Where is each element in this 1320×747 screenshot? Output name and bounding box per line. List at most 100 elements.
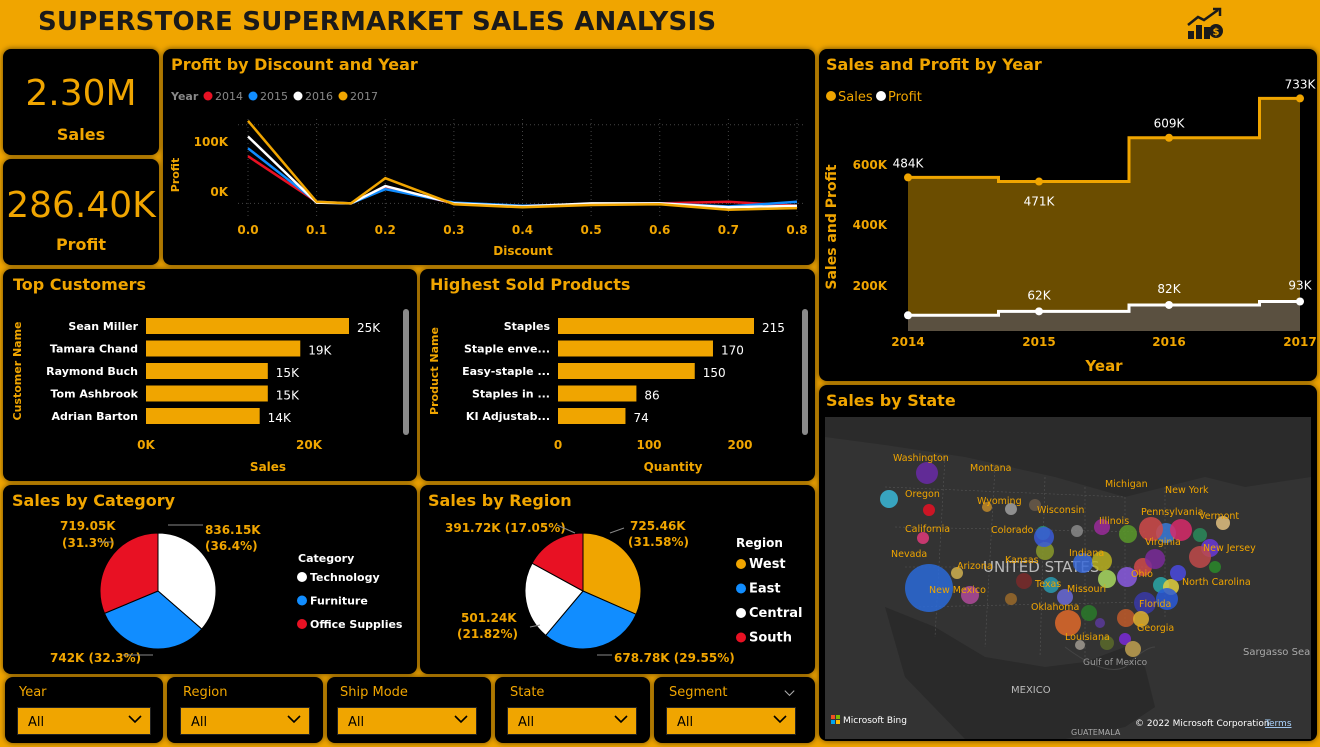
legend-item-2016[interactable]: 2016: [305, 90, 333, 103]
bar[interactable]: [146, 340, 301, 357]
slicer-segment: Segment All: [654, 677, 815, 743]
bar-category-label: Adrian Barton: [51, 410, 138, 423]
legend-item[interactable]: Technology: [310, 571, 380, 584]
slicer-state-value: All: [518, 715, 535, 730]
legend-item[interactable]: West: [749, 557, 786, 572]
profit-point[interactable]: [1035, 307, 1043, 316]
state-label: Montana: [970, 463, 1011, 474]
x-tick-label: 0.5: [580, 223, 601, 237]
products-chart[interactable]: Product Name Staples 215 Staple enve... 170…: [420, 269, 815, 481]
state-bubble[interactable]: [1034, 527, 1054, 547]
bar[interactable]: [146, 385, 268, 402]
state-bubble[interactable]: [916, 462, 938, 484]
legend-marker-sales: [826, 91, 836, 101]
state-bubble[interactable]: [880, 490, 898, 508]
state-label: Nevada: [891, 549, 927, 560]
data-label: (21.82%): [457, 627, 518, 641]
state-bubble[interactable]: [1145, 549, 1165, 569]
legend-item[interactable]: Central: [749, 606, 802, 621]
slicer-year-dropdown[interactable]: All: [17, 707, 151, 735]
state-bubble[interactable]: [923, 504, 935, 516]
profit-discount-chart[interactable]: Year 2014 2015 2016 2017 Profit 100K 0K 0.0…: [163, 49, 815, 265]
state-bubble[interactable]: [1117, 609, 1135, 627]
state-bubble[interactable]: [1071, 525, 1083, 537]
legend-item[interactable]: Furniture: [310, 595, 368, 608]
profit-point[interactable]: [1296, 297, 1304, 306]
bing-logo: Microsoft Bing: [831, 715, 907, 726]
profit-discount-chart-panel: Profit by Discount and Year Year 2014 201…: [163, 49, 815, 265]
legend-marker-2017: [338, 91, 348, 101]
x-axis-label: Discount: [493, 244, 553, 258]
state-bubble[interactable]: [1193, 528, 1207, 542]
state-bubble[interactable]: [1005, 593, 1017, 605]
x-tick-label: 2016: [1152, 335, 1185, 349]
chevron-down-icon: [454, 715, 468, 724]
y-axis-label: Profit: [169, 158, 182, 192]
top-customers-chart[interactable]: Customer Name Sean Miller 25K Tamara Chand…: [3, 269, 417, 481]
region-pie-chart[interactable]: 391.72K (17.05%) 725.46K (31.58%) 501.24…: [420, 485, 815, 674]
state-label: Louisiana: [1065, 632, 1110, 643]
state-bubble[interactable]: [1081, 605, 1097, 621]
chevron-down-icon[interactable]: [784, 689, 795, 697]
bar[interactable]: [146, 408, 260, 424]
slicer-segment-dropdown[interactable]: All: [666, 707, 796, 735]
state-bubble[interactable]: [1016, 573, 1032, 589]
kpi-profit-label: Profit: [55, 235, 107, 254]
state-bubble[interactable]: [1119, 525, 1137, 543]
slicer-ship-mode-dropdown[interactable]: All: [337, 707, 477, 735]
profit-point[interactable]: [904, 311, 912, 320]
scrollbar[interactable]: [802, 309, 808, 435]
sales-point[interactable]: [1165, 133, 1173, 142]
state-bubble[interactable]: [1125, 641, 1141, 657]
legend-item[interactable]: Office Supplies: [310, 618, 403, 631]
bar[interactable]: [558, 363, 695, 379]
legend-item-2015[interactable]: 2015: [260, 90, 288, 103]
legend-item-2014[interactable]: 2014: [215, 90, 243, 103]
x-axis-label: Quantity: [644, 460, 703, 474]
sales-point[interactable]: [1035, 177, 1043, 186]
category-pie-chart[interactable]: 836.15K (36.4%) 719.05K (31.3%) 742K (32…: [3, 485, 417, 674]
bar-data-label: 25K: [357, 321, 381, 335]
scrollbar[interactable]: [403, 309, 409, 435]
profit-point[interactable]: [1165, 300, 1173, 309]
sales-point[interactable]: [904, 173, 912, 182]
x-tick-label: 0.6: [649, 223, 670, 237]
map-canvas[interactable]: UNITED STATES MEXICO Gulf of Mexico Sarg…: [825, 417, 1311, 739]
state-label: Florida: [1139, 599, 1171, 610]
y-tick-label: 100K: [194, 135, 229, 149]
legend-item-2017[interactable]: 2017: [350, 90, 378, 103]
top-customers-panel: Top Customers Customer Name Sean Miller 2…: [3, 269, 417, 481]
state-bubble[interactable]: [1209, 561, 1221, 573]
legend-marker: [736, 632, 746, 643]
bar-category-label: Staples: [504, 320, 551, 333]
data-label: 678.78K (29.55%): [614, 651, 735, 665]
gulf-label: Gulf of Mexico: [1083, 658, 1148, 668]
state-bubble[interactable]: [1095, 618, 1105, 628]
bar-category-label: Staple enve...: [464, 343, 550, 356]
legend-marker-profit: [876, 91, 886, 101]
slicer-state-dropdown[interactable]: All: [507, 707, 637, 735]
bar[interactable]: [146, 318, 349, 334]
sales-profit-chart[interactable]: Sales Profit Sales and Profit 600K 400K …: [819, 49, 1317, 381]
series-line-2015[interactable]: [247, 147, 798, 208]
chevron-down-icon: [614, 715, 628, 724]
sales-area[interactable]: [908, 98, 1300, 331]
slicer-region-dropdown[interactable]: All: [180, 707, 310, 735]
sales-point[interactable]: [1296, 94, 1304, 103]
terms-link[interactable]: Terms: [1264, 719, 1292, 729]
series-line-2017[interactable]: [247, 119, 798, 211]
legend-item[interactable]: South: [749, 631, 792, 646]
bar[interactable]: [558, 318, 754, 334]
bar[interactable]: [558, 408, 626, 424]
legend-item[interactable]: East: [749, 582, 781, 597]
sales-data-label: 471K: [1024, 195, 1056, 209]
data-label: 742K (32.3%): [50, 651, 141, 665]
bar[interactable]: [558, 340, 713, 357]
bar[interactable]: [558, 385, 637, 402]
sea-label: Sargasso Sea: [1243, 647, 1310, 658]
legend-marker: [297, 619, 307, 629]
state-label: Washington: [893, 453, 949, 464]
bar[interactable]: [146, 363, 268, 379]
slicer-state: State All: [495, 677, 650, 743]
state-label: Vermont: [1199, 511, 1239, 522]
